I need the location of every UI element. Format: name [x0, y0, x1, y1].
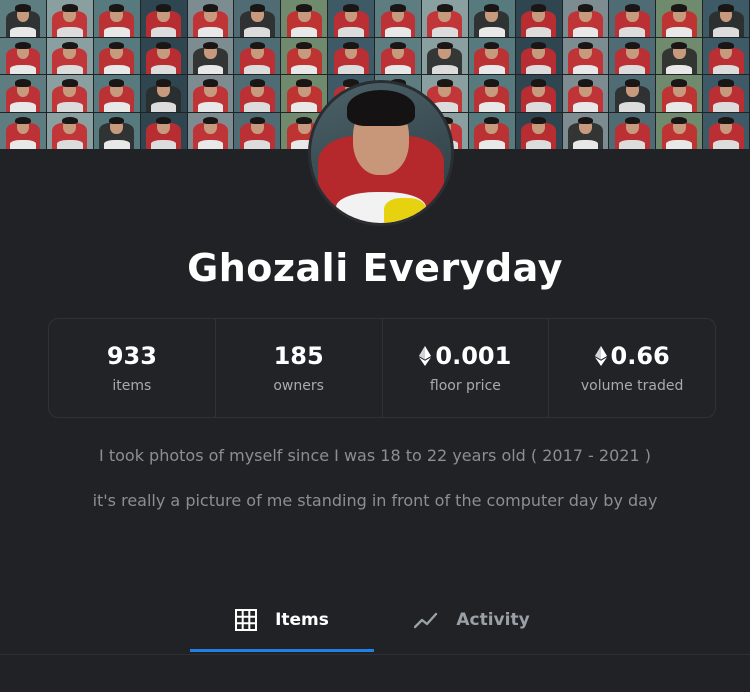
banner-photo-tile	[468, 75, 516, 113]
banner-photo-tile	[375, 0, 422, 38]
banner-photo-tile	[562, 37, 610, 75]
banner-photo-tile	[187, 37, 235, 75]
banner-photo-tile	[93, 75, 141, 113]
banner-photo-tile	[234, 0, 282, 38]
banner-photo-tile	[140, 0, 188, 38]
banner-photo-tile	[609, 112, 657, 150]
banner-photo-tile	[656, 112, 704, 150]
banner-photo-tile	[281, 37, 329, 75]
banner-photo-tile	[515, 112, 563, 150]
tabs-divider	[0, 654, 750, 655]
collection-title: Ghozali Everyday	[187, 246, 563, 290]
stat-volume-traded[interactable]: 0.66 volume traded	[549, 319, 715, 417]
banner-photo-tile	[656, 37, 704, 75]
banner-photo-tile	[234, 112, 282, 150]
stat-volume-traded-value: 0.66	[610, 342, 670, 370]
stat-items[interactable]: 933 items	[49, 319, 216, 417]
banner-photo-tile	[609, 37, 657, 75]
banner-photo-tile	[187, 112, 235, 150]
collection-stats: 933 items 185 owners 0.001 floor price 0…	[48, 318, 716, 418]
banner-photo-tile	[562, 0, 610, 38]
banner-photo-tile	[46, 37, 94, 75]
banner-photo-tile	[187, 0, 235, 38]
banner-photo-tile	[234, 75, 282, 113]
banner-photo-tile	[46, 112, 94, 150]
banner-photo-tile	[281, 0, 329, 38]
active-tab-indicator	[190, 649, 374, 652]
stat-items-value: 933	[106, 342, 157, 370]
collection-tabs: Items Activity	[0, 590, 750, 654]
stat-owners-value: 185	[273, 342, 324, 370]
banner-photo-tile	[140, 112, 188, 150]
banner-photo-tile	[46, 0, 94, 38]
collection-avatar[interactable]	[308, 80, 454, 226]
banner-photo-tile	[93, 0, 141, 38]
banner-photo-tile	[515, 75, 563, 113]
stat-volume-traded-label: volume traded	[580, 378, 684, 394]
banner-photo-tile	[0, 75, 47, 113]
ethereum-icon	[419, 346, 432, 366]
banner-photo-tile	[93, 37, 141, 75]
collection-description-line2: it's really a picture of me standing in …	[92, 491, 658, 510]
banner-photo-tile	[0, 37, 47, 75]
banner-photo-tile	[187, 75, 235, 113]
banner-photo-tile	[140, 75, 188, 113]
banner-photo-tile	[468, 0, 516, 38]
tab-activity[interactable]: Activity	[392, 590, 552, 650]
banner-photo-tile	[703, 112, 750, 150]
banner-photo-tile	[328, 37, 375, 75]
stat-owners[interactable]: 185 owners	[216, 319, 383, 417]
banner-photo-tile	[140, 37, 188, 75]
tab-activity-label: Activity	[456, 610, 530, 630]
grid-icon	[235, 609, 258, 631]
banner-photo-tile	[703, 37, 750, 75]
banner-photo-tile	[421, 0, 469, 38]
banner-photo-tile	[703, 0, 750, 38]
tab-items[interactable]: Items	[190, 590, 374, 650]
banner-photo-tile	[0, 112, 47, 150]
banner-photo-tile	[468, 37, 516, 75]
collection-description-line1: I took photos of myself since I was 18 t…	[99, 446, 651, 465]
banner-photo-tile	[421, 37, 469, 75]
stat-floor-price[interactable]: 0.001 floor price	[383, 319, 550, 417]
banner-photo-tile	[703, 75, 750, 113]
banner-photo-tile	[562, 75, 610, 113]
stat-floor-price-label: floor price	[429, 378, 501, 394]
banner-photo-tile	[562, 112, 610, 150]
banner-photo-tile	[609, 0, 657, 38]
banner-photo-tile	[93, 112, 141, 150]
banner-photo-tile	[656, 75, 704, 113]
banner-photo-tile	[0, 0, 47, 38]
tab-items-label: Items	[275, 610, 329, 630]
stat-owners-label: owners	[273, 378, 324, 394]
ethereum-icon	[594, 346, 607, 366]
banner-photo-tile	[515, 37, 563, 75]
banner-photo-tile	[515, 0, 563, 38]
banner-photo-tile	[609, 75, 657, 113]
stat-floor-price-value: 0.001	[435, 342, 512, 370]
banner-photo-tile	[468, 112, 516, 150]
stat-items-label: items	[112, 378, 152, 394]
banner-photo-tile	[375, 37, 422, 75]
banner-photo-tile	[656, 0, 704, 38]
banner-photo-tile	[46, 75, 94, 113]
banner-photo-tile	[328, 0, 375, 38]
activity-chart-icon	[414, 612, 438, 629]
banner-photo-tile	[234, 37, 282, 75]
